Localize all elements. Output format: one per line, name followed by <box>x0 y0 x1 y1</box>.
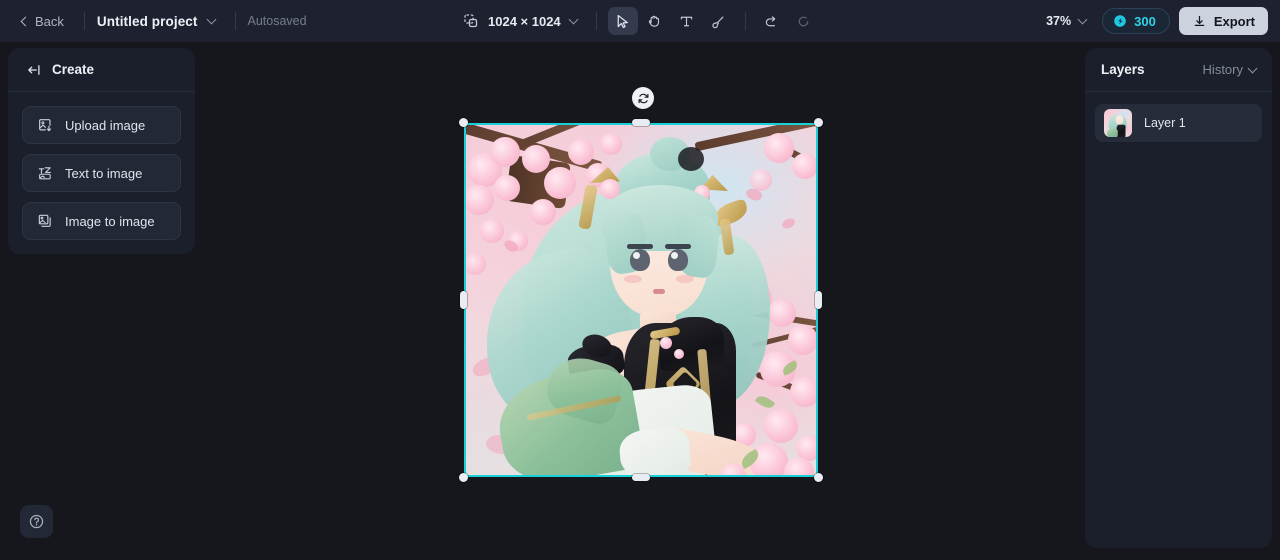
select-tool[interactable] <box>607 7 638 35</box>
resize-handle-bottom[interactable] <box>632 474 650 481</box>
create-panel-items: Upload image Text to image Image to imag… <box>8 92 195 240</box>
undo-button[interactable] <box>757 7 787 35</box>
credits-value: 300 <box>1134 13 1156 29</box>
sidebar-item-label: Upload image <box>65 117 146 133</box>
top-bar-left: Back Untitled project Autosaved <box>0 9 307 34</box>
redo-button[interactable] <box>789 7 819 35</box>
zoom-level-value: 37% <box>1046 14 1072 28</box>
redo-icon <box>798 16 809 26</box>
brush-icon <box>712 15 724 28</box>
text-tool[interactable] <box>672 7 702 35</box>
divider <box>83 12 85 30</box>
artwork <box>464 123 818 477</box>
help-icon <box>29 514 44 529</box>
resize-handle-top-right[interactable] <box>814 118 823 127</box>
resize-handle-left[interactable] <box>460 291 467 309</box>
resize-handle-right[interactable] <box>815 291 822 309</box>
credit-coin-icon <box>1114 15 1126 27</box>
layer-thumbnail <box>1104 109 1132 137</box>
chevron-down-icon <box>1077 14 1088 25</box>
rotate-icon <box>638 93 648 103</box>
app-root: Back Untitled project Autosaved 1024 × 1… <box>0 0 1280 560</box>
text-to-image-icon <box>38 167 51 180</box>
tab-history-label: History <box>1202 62 1243 77</box>
create-panel-header: Create <box>8 48 195 92</box>
sidebar-item-label: Image to image <box>65 213 155 229</box>
project-menu-button[interactable] <box>198 13 223 29</box>
chevron-down-icon <box>568 14 579 25</box>
hand-icon <box>648 15 660 27</box>
back-button-label: Back <box>35 13 64 29</box>
rotate-handle[interactable] <box>632 87 654 109</box>
brush-tool[interactable] <box>704 7 734 35</box>
layers-panel-header: Layers History <box>1085 48 1272 92</box>
top-bar-center: 1024 × 1024 <box>455 0 819 42</box>
download-icon <box>1194 15 1205 26</box>
hand-tool[interactable] <box>640 7 670 35</box>
list-item[interactable]: Layer 1 <box>1095 104 1262 142</box>
credits-badge[interactable]: 300 <box>1102 8 1170 34</box>
divider <box>744 12 746 30</box>
selected-image-object[interactable] <box>459 87 823 482</box>
layer-name: Layer 1 <box>1144 116 1186 130</box>
tab-history[interactable]: History <box>1202 62 1258 77</box>
resize-handle-bottom-left[interactable] <box>459 473 468 482</box>
canvas-size-icon <box>464 14 478 28</box>
chevron-down-icon <box>206 14 216 25</box>
create-panel: Create Upload image Text to image Image … <box>8 48 195 254</box>
text-icon <box>680 16 693 26</box>
undo-icon <box>766 15 776 26</box>
divider <box>234 12 236 30</box>
export-button-label: Export <box>1213 13 1255 29</box>
tab-layers[interactable]: Layers <box>1101 62 1145 77</box>
project-name: Untitled project <box>96 13 198 29</box>
canvas-size-button[interactable]: 1024 × 1024 <box>455 8 585 34</box>
chevron-left-icon <box>20 16 31 26</box>
artboard-image[interactable] <box>464 123 818 477</box>
top-bar-right: 37% 300 Export <box>1039 0 1268 42</box>
cursor-icon <box>617 14 629 28</box>
sidebar-item-image-to-image[interactable]: Image to image <box>22 202 181 240</box>
canvas-size-value: 1024 × 1024 <box>488 13 561 29</box>
image-to-image-icon <box>38 214 51 227</box>
top-bar: Back Untitled project Autosaved 1024 × 1… <box>0 0 1280 42</box>
autosave-status: Autosaved <box>247 14 307 28</box>
sidebar-item-label: Text to image <box>65 165 143 181</box>
collapse-panel-icon[interactable] <box>26 62 42 78</box>
layers-panel: Layers History Layer 1 <box>1085 48 1272 548</box>
zoom-level-button[interactable]: 37% <box>1039 9 1093 33</box>
create-panel-title: Create <box>52 62 95 77</box>
export-button[interactable]: Export <box>1178 7 1268 35</box>
back-button[interactable]: Back <box>14 9 72 34</box>
upload-image-icon <box>39 119 52 132</box>
canvas-area[interactable] <box>196 42 1078 560</box>
help-button[interactable] <box>20 505 53 538</box>
resize-handle-top[interactable] <box>632 119 650 126</box>
divider <box>595 12 597 30</box>
resize-handle-bottom-right[interactable] <box>814 473 823 482</box>
sidebar-item-upload-image[interactable]: Upload image <box>22 106 181 144</box>
layers-list: Layer 1 <box>1085 92 1272 154</box>
chevron-down-icon <box>1247 63 1258 73</box>
sidebar-item-text-to-image[interactable]: Text to image <box>22 154 181 192</box>
resize-handle-top-left[interactable] <box>459 118 468 127</box>
